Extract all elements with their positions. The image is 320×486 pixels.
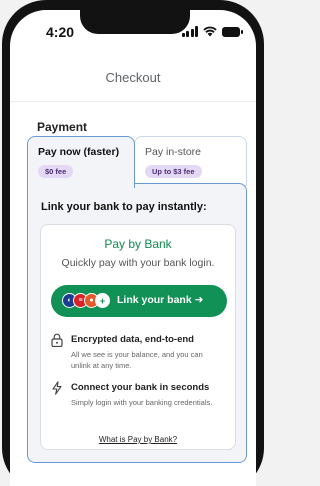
link-your-bank-button[interactable]: ◐ ≡ ● + Link your bank ➜ — [51, 285, 227, 317]
lightning-icon — [52, 381, 62, 395]
tab-pay-in-store-fee-badge: Up to $3 fee — [145, 165, 202, 178]
bank-logos: ◐ ≡ ● + — [62, 293, 110, 308]
tab-pay-now-fee-badge: $0 fee — [38, 165, 74, 178]
payment-section-title: Payment — [37, 120, 88, 134]
feature-connect-fast-body: Simply login with your banking credentia… — [71, 398, 213, 407]
lock-icon — [51, 333, 63, 347]
panel-heading: Link your bank to pay instantly: — [41, 201, 207, 213]
signal-icon — [181, 26, 198, 37]
status-icons — [181, 26, 243, 37]
tab-pay-now[interactable]: Pay now (faster) $0 fee — [27, 136, 135, 188]
feature-encrypted-body: All we see is your balance, and you can … — [71, 350, 203, 370]
status-time: 4:20 — [46, 24, 75, 40]
tab-pay-in-store[interactable]: Pay in-store Up to $3 fee — [134, 136, 247, 186]
link-your-bank-label: Link your bank ➜ — [117, 294, 204, 306]
pay-by-bank-card: Pay by Bank Quickly pay with your bank l… — [40, 224, 236, 450]
pay-by-bank-title: Pay by Bank — [104, 237, 172, 251]
status-bar: 4:20 — [10, 24, 256, 44]
pay-now-panel: Link your bank to pay instantly: Pay by … — [27, 183, 247, 463]
feature-connect-fast-title: Connect your bank in seconds — [71, 382, 210, 393]
header-divider — [10, 101, 256, 102]
feature-encrypted-title: Encrypted data, end-to-end — [71, 334, 194, 345]
wifi-icon — [203, 26, 217, 37]
what-is-pay-by-bank-link[interactable]: What is Pay by Bank? — [41, 435, 235, 444]
tab-pay-in-store-label: Pay in-store — [145, 146, 202, 158]
pay-by-bank-subtitle: Quickly pay with your bank login. — [61, 257, 215, 269]
battery-icon — [222, 26, 243, 37]
tab-pay-now-label: Pay now (faster) — [38, 146, 120, 158]
plus-icon: + — [95, 293, 110, 308]
page-title: Checkout — [105, 70, 161, 85]
